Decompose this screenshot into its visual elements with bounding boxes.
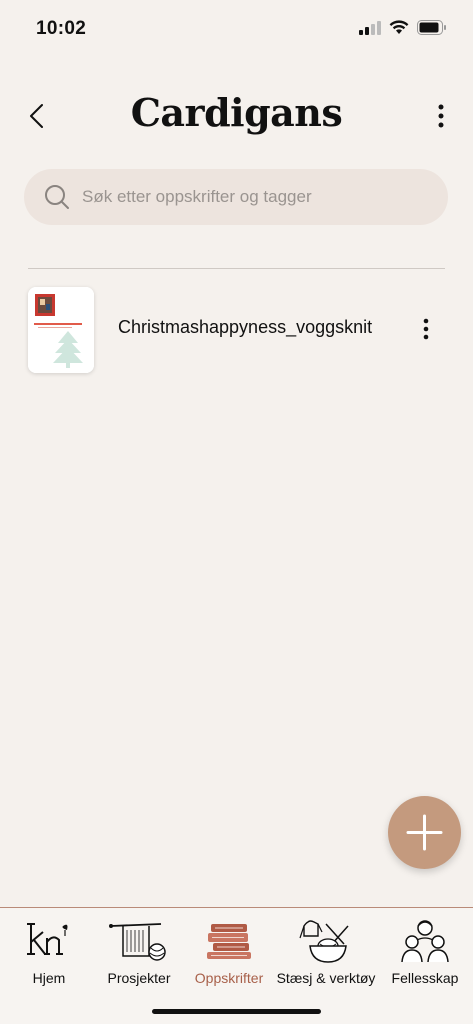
add-recipe-button[interactable] [388, 796, 461, 869]
recipe-more-button[interactable] [421, 317, 431, 341]
status-icons [359, 20, 447, 35]
tab-label: Hjem [32, 970, 66, 986]
list-item[interactable]: Christmashappyness_voggsknit [28, 287, 445, 373]
tab-bar: Hjem Prosjekter Oppskrifter Stæsj & verk… [0, 907, 473, 1024]
recipe-name: Christmashappyness_voggsknit [118, 317, 373, 337]
wifi-icon [389, 20, 409, 34]
more-vertical-icon [423, 318, 429, 340]
tab-oppskrifter[interactable]: Oppskrifter [186, 908, 272, 998]
status-bar: 10:02 [0, 0, 473, 60]
knitting-project-icon [109, 923, 166, 961]
status-time: 10:02 [36, 18, 87, 39]
tab-label: Oppskrifter [194, 970, 264, 986]
recipe-thumbnail[interactable] [28, 287, 94, 373]
home-indicator[interactable] [152, 1009, 321, 1014]
yarn-bowl-icon [299, 920, 349, 963]
battery-icon [417, 20, 446, 35]
books-icon [207, 924, 251, 959]
search-input[interactable] [82, 169, 432, 225]
more-vertical-icon [438, 104, 444, 128]
divider [28, 268, 445, 269]
tab-prosjekter[interactable]: Prosjekter [96, 908, 182, 998]
tab-label: Prosjekter [107, 970, 171, 986]
tab-staesj-verktoy[interactable]: Stæsj & verktøy [274, 908, 378, 998]
kn-logo-icon [27, 923, 68, 955]
tab-label: Fellesskap [391, 970, 459, 986]
people-icon [401, 920, 449, 963]
header: Cardigans [0, 88, 473, 144]
plus-icon [406, 814, 443, 851]
tab-hjem[interactable]: Hjem [6, 908, 92, 998]
tab-label: Stæsj & verktøy [276, 970, 376, 986]
tab-fellesskap[interactable]: Fellesskap [382, 908, 468, 998]
cellular-signal-icon [359, 20, 381, 35]
pattern-cover-image [28, 287, 94, 373]
more-options-button[interactable] [433, 102, 449, 130]
search-icon [45, 185, 69, 209]
page-title: Cardigans [130, 90, 343, 135]
search-bar[interactable] [24, 169, 448, 225]
